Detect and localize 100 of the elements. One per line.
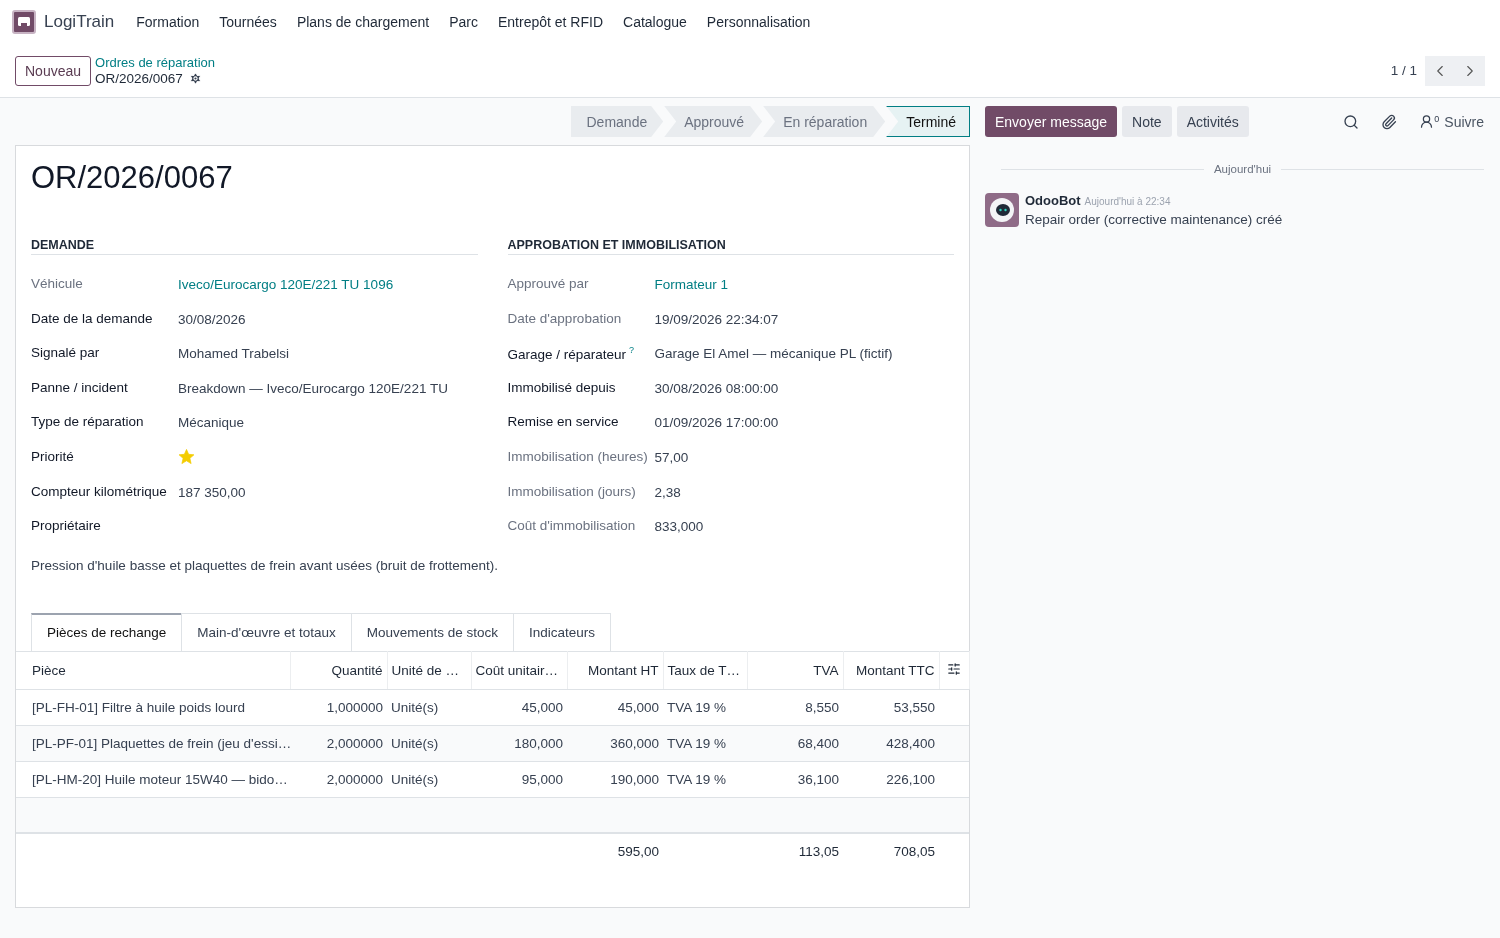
- help-tooltip[interactable]: ?: [629, 345, 635, 356]
- field-label: Immobilisation (heures): [507, 447, 649, 464]
- menu-item[interactable]: Parc: [449, 14, 478, 30]
- field-value: Mécanique: [178, 414, 246, 431]
- next-button[interactable]: [1455, 55, 1485, 86]
- field-value: 2,38: [654, 483, 682, 500]
- table-cell: Unité(s): [387, 725, 471, 762]
- table-cell: 68,400: [747, 725, 843, 762]
- table-cell: 2,000000: [290, 761, 387, 798]
- menu-item[interactable]: Personnalisation: [706, 14, 811, 30]
- column-settings-icon[interactable]: [939, 651, 969, 690]
- group-title: APPROBATION ET IMMOBILISATION: [507, 238, 954, 255]
- table-cell: 8,550: [747, 689, 843, 726]
- field-value: Mohamed Trabelsi: [178, 345, 291, 362]
- column-header[interactable]: Coût unitair…: [471, 651, 567, 690]
- column-header[interactable]: Montant HT: [567, 651, 663, 690]
- table-cell: [PL-FH-01] Filtre à huile poids lourd: [16, 689, 290, 726]
- field-value: 30/08/2026 08:00:00: [654, 379, 780, 396]
- field-label: Priorité: [31, 447, 75, 464]
- table-cell: TVA 19 %: [663, 689, 747, 726]
- field-label: Compteur kilométrique: [31, 482, 168, 499]
- table-cell: 53,550: [843, 689, 939, 726]
- table-cell: 190,000: [567, 761, 663, 798]
- pager-value[interactable]: 1 / 1: [1390, 63, 1417, 78]
- table-cell: Unité(s): [387, 689, 471, 726]
- field-value: 57,00: [654, 448, 690, 465]
- table-cell: TVA 19 %: [663, 761, 747, 798]
- field-label: Garage / réparateur $^{?}$: [507, 344, 636, 362]
- tab[interactable]: Indicateurs: [513, 612, 612, 651]
- chatter-button[interactable]: Envoyer message: [985, 106, 1118, 137]
- table-cell: TVA 19 %: [663, 725, 747, 762]
- menu-item[interactable]: Plans de chargement: [296, 14, 430, 30]
- column-header[interactable]: TVA: [747, 651, 843, 690]
- previous-button[interactable]: [1425, 55, 1455, 86]
- search-icon[interactable]: [1343, 113, 1360, 130]
- date-separator: Aujourd'hui: [1213, 163, 1272, 175]
- follow-button[interactable]: Suivre: [1444, 113, 1484, 130]
- followers-button[interactable]: 0: [1419, 114, 1440, 129]
- new-button[interactable]: Nouveau: [15, 55, 92, 86]
- stage-button[interactable]: Approuvé: [664, 106, 763, 137]
- table-cell: 36,100: [747, 761, 843, 798]
- column-header[interactable]: Montant TTC: [843, 651, 939, 690]
- breadcrumb-link[interactable]: Ordres de réparation: [95, 55, 215, 70]
- field-label: Immobilisé depuis: [507, 378, 617, 395]
- stage-button[interactable]: Demande: [570, 106, 664, 137]
- message-author: OdooBot: [1025, 193, 1081, 208]
- field-value: Breakdown — Iveco/Eurocargo 120E/221 TU: [178, 379, 449, 396]
- menu-item[interactable]: Catalogue: [623, 14, 687, 30]
- description-text: Pression d'huile basse et plaquettes de frein avant usées (bruit de frottement).: [31, 556, 500, 573]
- field-link[interactable]: Iveco/Eurocargo 120E/221 TU 1096: [178, 273, 478, 292]
- field-label: Immobilisation (jours): [507, 482, 637, 499]
- total-value: 113,05: [798, 844, 839, 860]
- settings-icon[interactable]: [188, 72, 202, 85]
- chatter-button[interactable]: Note: [1122, 106, 1172, 137]
- field-label: Coût d'immobilisation: [507, 517, 637, 534]
- menu-item[interactable]: Entrepôt et RFID: [498, 14, 604, 30]
- field-value: 30/08/2026: [178, 310, 247, 327]
- field-value: 01/09/2026 17:00:00: [654, 414, 780, 431]
- paperclip-icon[interactable]: [1381, 113, 1398, 130]
- table-cell: 2,000000: [290, 725, 387, 762]
- field-label: Véhicule: [31, 275, 84, 291]
- table-cell: 226,100: [843, 761, 939, 798]
- table-cell: 95,000: [471, 761, 567, 798]
- app-name[interactable]: LogiTrain: [44, 12, 115, 32]
- column-header[interactable]: Taux de T…: [663, 651, 747, 690]
- field-label: Propriétaire: [31, 517, 102, 534]
- column-header[interactable]: Quantité: [290, 651, 387, 690]
- field-value: Garage El Amel — mécanique PL (fictif): [654, 345, 894, 362]
- table-cell: 360,000: [567, 725, 663, 762]
- table-cell: [PL-HM-20] Huile moteur 15W40 — bido…: [16, 761, 290, 798]
- field-value: 187 350,00: [178, 483, 247, 500]
- field-label: Date d'approbation: [507, 309, 623, 326]
- group-title: DEMANDE: [31, 238, 478, 255]
- field-label: Signalé par: [31, 344, 101, 361]
- stage-button[interactable]: En réparation: [763, 106, 886, 137]
- star-icon[interactable]: [178, 447, 195, 465]
- table-cell: 180,000: [471, 725, 567, 762]
- chatter-button[interactable]: Activités: [1176, 106, 1249, 137]
- stage-button[interactable]: Terminé: [886, 106, 970, 137]
- record-title: OR/2026/0067: [31, 160, 234, 196]
- field-label: Type de réparation: [31, 413, 145, 430]
- field-label: Remise en service: [507, 413, 620, 430]
- message-text: Repair order (corrective maintenance) créé: [1025, 212, 1283, 227]
- column-header[interactable]: Pièce: [16, 651, 290, 690]
- total-value: 595,00: [617, 844, 659, 860]
- column-header[interactable]: Unité de …: [387, 651, 471, 690]
- table-cell: 1,000000: [290, 689, 387, 726]
- bot-avatar-icon: [985, 193, 1019, 227]
- table-cell: Unité(s): [387, 761, 471, 798]
- menu-item[interactable]: Tournées: [219, 14, 277, 30]
- record-name: OR/2026/0067: [95, 71, 183, 86]
- tab[interactable]: Pièces de rechange: [31, 612, 183, 651]
- field-label: Approuvé par: [507, 275, 590, 291]
- table-cell: [PL-PF-01] Plaquettes de frein (jeu d'essi…: [16, 725, 290, 762]
- field-link[interactable]: Formateur 1: [654, 273, 954, 292]
- app-logo-icon[interactable]: [12, 10, 36, 34]
- table-cell: 45,000: [471, 689, 567, 726]
- menu-item[interactable]: Formation: [136, 14, 200, 30]
- table-cell: 428,400: [843, 725, 939, 762]
- field-label: Date de la demande: [31, 309, 154, 326]
